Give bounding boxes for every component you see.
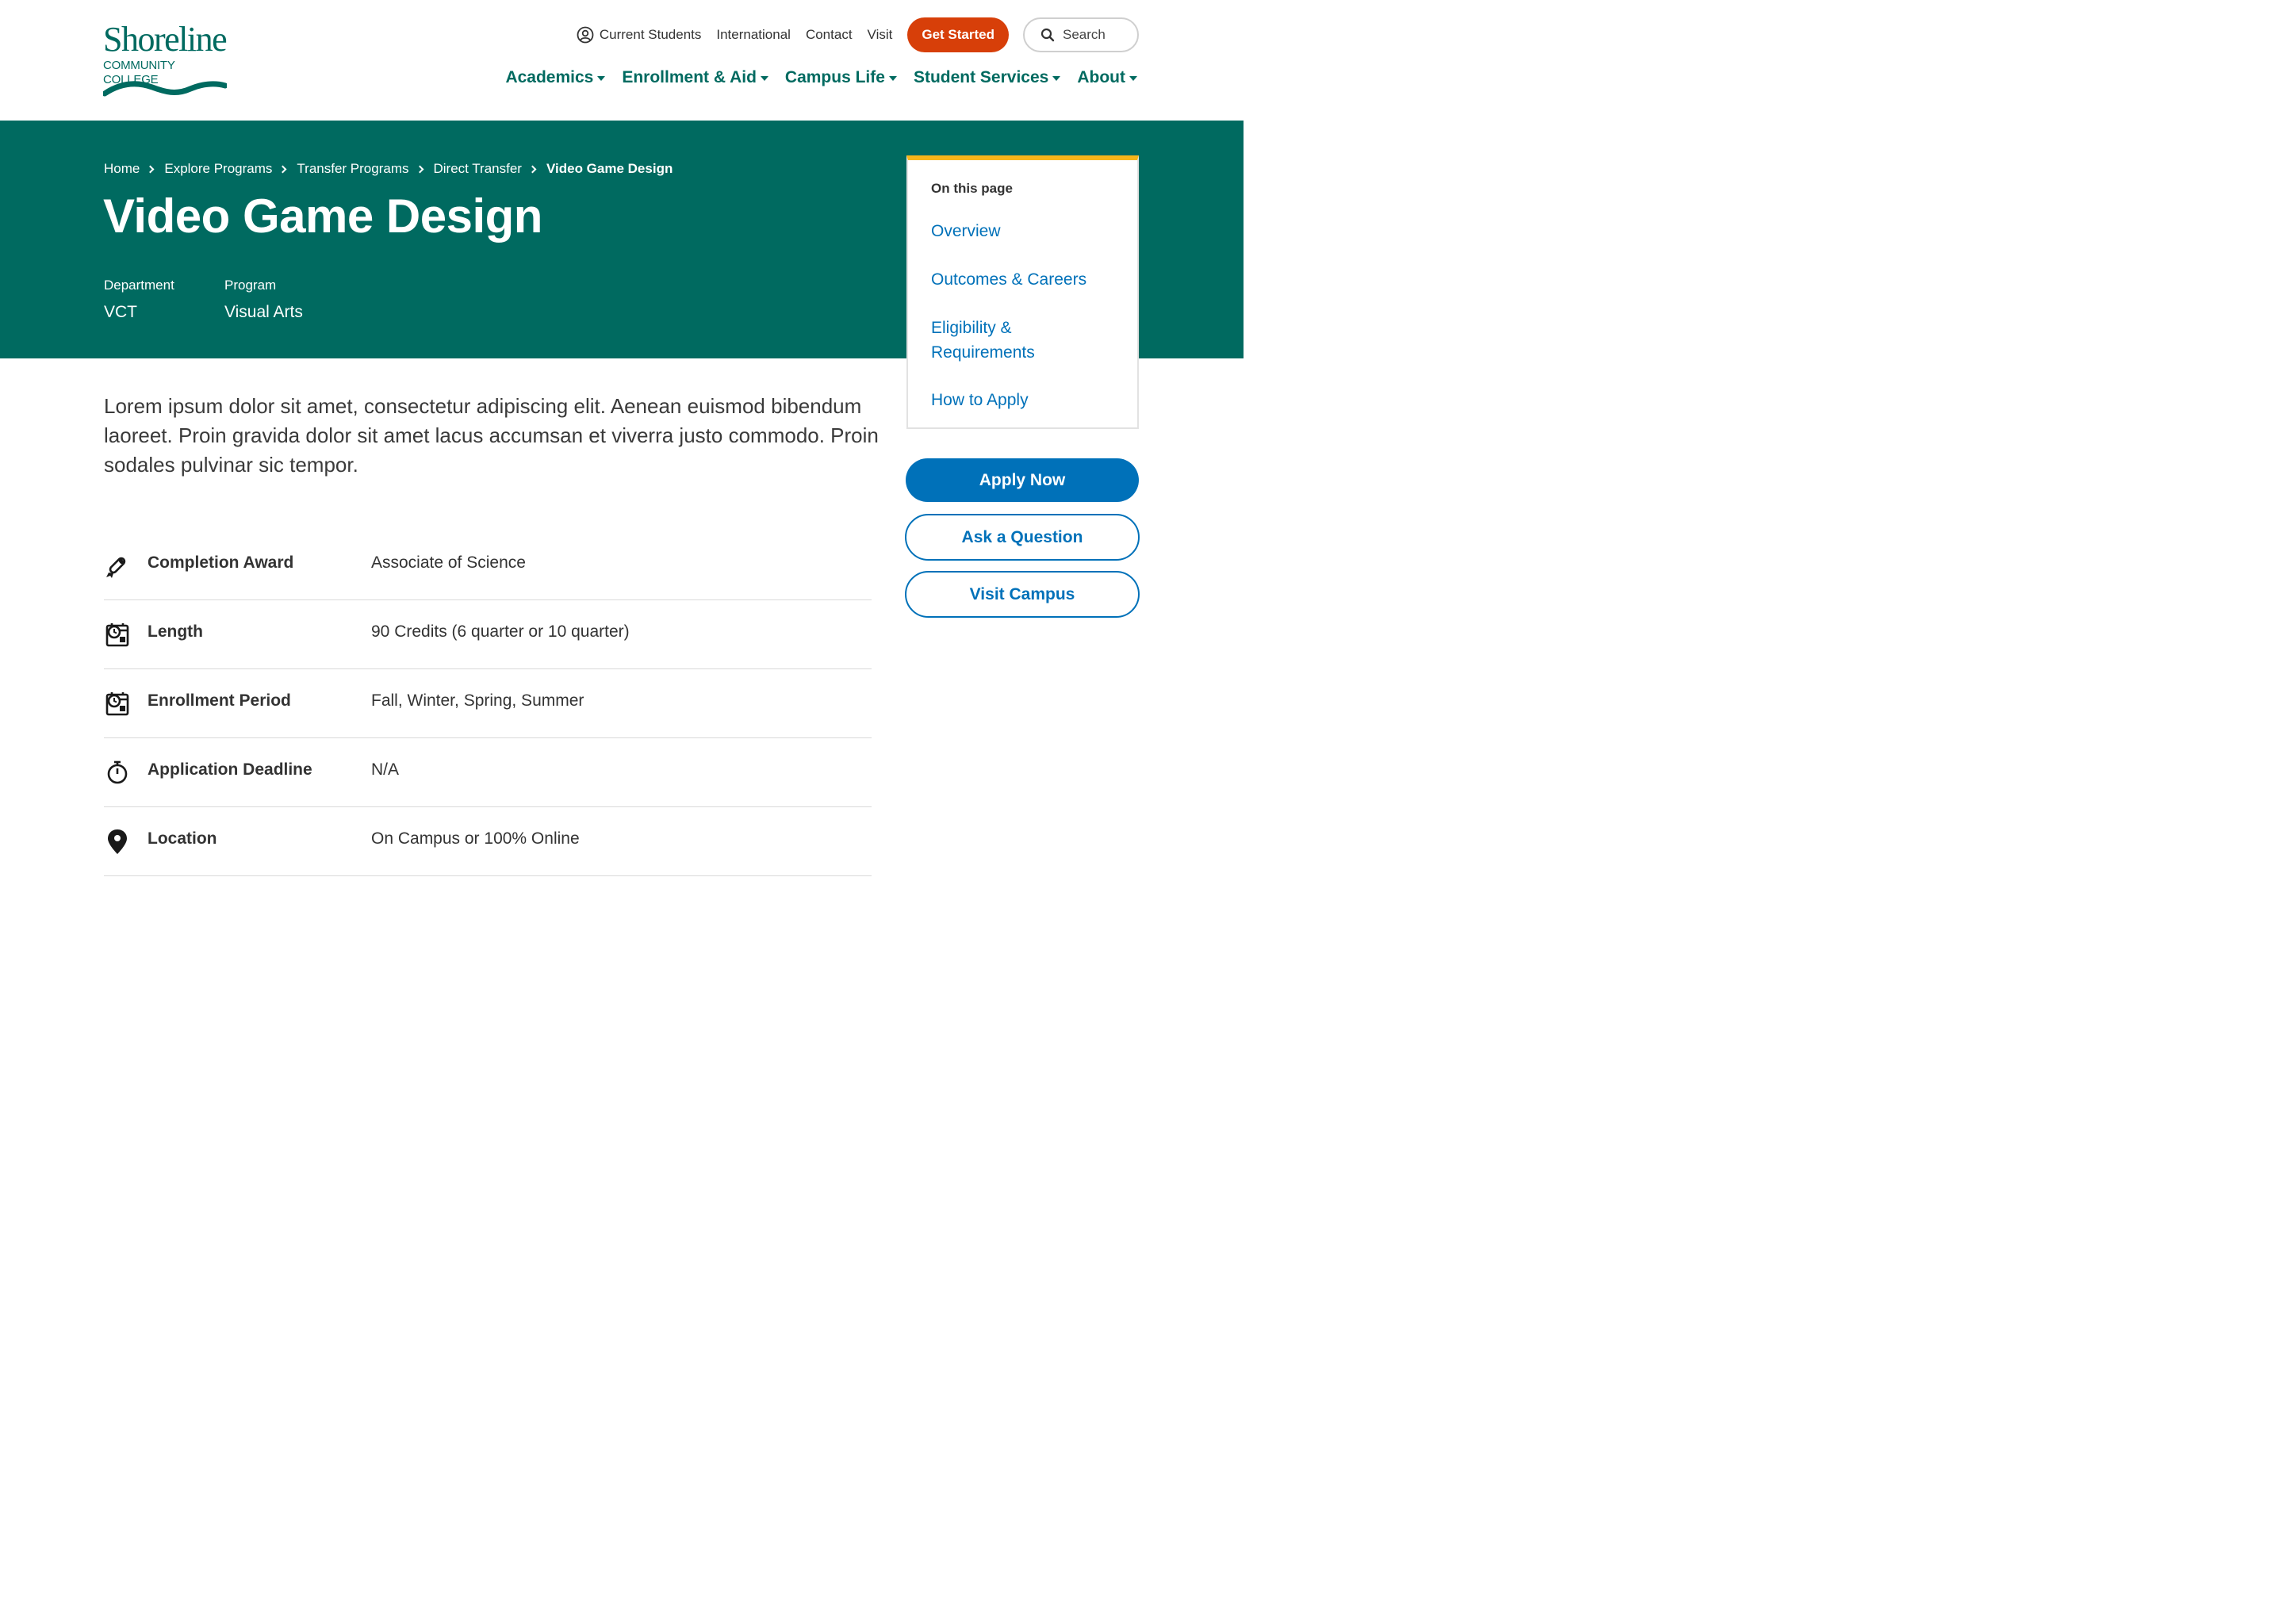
detail-value: On Campus or 100% Online — [371, 829, 580, 848]
nav-label: Enrollment & Aid — [622, 68, 757, 86]
program-details-table: Completion Award Associate of Science Le… — [104, 531, 872, 876]
program-meta: Program Visual Arts — [224, 278, 303, 322]
logo-wave-icon — [103, 81, 227, 97]
detail-row-application-deadline: Application Deadline N/A — [104, 738, 872, 807]
apply-now-button[interactable]: Apply Now — [906, 458, 1139, 502]
nav-label: About — [1077, 68, 1125, 86]
chevron-right-icon — [416, 165, 423, 173]
breadcrumb: Home Explore Programs Transfer Programs … — [104, 161, 673, 177]
breadcrumb-explore-programs[interactable]: Explore Programs — [164, 161, 272, 177]
detail-label: Application Deadline — [148, 760, 312, 779]
chevron-right-icon — [146, 165, 155, 173]
nav-about[interactable]: About — [1077, 68, 1137, 87]
calendar-clock-icon — [105, 692, 129, 716]
detail-row-length: Length 90 Credits (6 quarter or 10 quart… — [104, 600, 872, 669]
detail-value: Fall, Winter, Spring, Summer — [371, 691, 584, 710]
caret-down-icon — [1129, 76, 1137, 81]
detail-value: N/A — [371, 760, 400, 779]
caret-down-icon — [597, 76, 606, 81]
search-label: Search — [1063, 27, 1106, 42]
caret-down-icon — [1052, 76, 1061, 81]
chevron-right-icon — [528, 165, 537, 173]
toc-link-how-to-apply[interactable]: How to Apply — [931, 388, 1121, 412]
nav-label: Campus Life — [784, 68, 885, 86]
detail-row-enrollment-period: Enrollment Period Fall, Winter, Spring, … — [104, 669, 872, 738]
location-pin-icon — [108, 829, 127, 854]
nav-label: Student Services — [913, 68, 1049, 86]
caret-down-icon — [760, 76, 768, 81]
international-link[interactable]: International — [716, 27, 791, 43]
toc-link-eligibility-requirements[interactable]: Eligibility & Requirements — [931, 316, 1058, 365]
search-icon — [1040, 28, 1055, 42]
department-value: VCT — [104, 303, 137, 321]
current-students-label: Current Students — [599, 27, 702, 42]
program-label: Program — [224, 278, 277, 293]
nav-campus-life[interactable]: Campus Life — [785, 68, 897, 87]
intro-paragraph: Lorem ipsum dolor sit amet, consectetur … — [104, 394, 879, 477]
program-value: Visual Arts — [224, 303, 303, 321]
search-button[interactable]: Search — [1023, 17, 1139, 52]
chevron-right-icon — [278, 165, 287, 173]
detail-row-location: Location On Campus or 100% Online — [104, 807, 872, 876]
college-logo[interactable]: Shoreline COMMUNITY COLLEGE — [103, 22, 230, 100]
department-meta: Department VCT — [104, 278, 174, 322]
toc-link-outcomes-careers[interactable]: Outcomes & Careers — [931, 267, 1121, 292]
detail-label: Enrollment Period — [148, 691, 291, 710]
site-header: Shoreline COMMUNITY COLLEGE Current Stud… — [0, 0, 1244, 121]
page-title: Video Game Design — [103, 190, 542, 243]
diploma-icon — [106, 557, 126, 578]
contact-link[interactable]: Contact — [806, 27, 853, 43]
detail-label: Completion Award — [148, 553, 294, 572]
detail-label: Length — [148, 622, 203, 641]
nav-enrollment-aid[interactable]: Enrollment & Aid — [622, 68, 768, 87]
detail-row-completion-award: Completion Award Associate of Science — [104, 531, 872, 600]
toc-link-overview[interactable]: Overview — [931, 219, 1121, 243]
utility-nav: Current Students International Contact V… — [577, 17, 1139, 52]
stopwatch-icon — [107, 760, 128, 784]
on-this-page-panel: On this page Overview Outcomes & Careers… — [906, 155, 1139, 429]
department-label: Department — [104, 278, 174, 293]
toc-title: On this page — [931, 181, 1013, 196]
visit-campus-button[interactable]: Visit Campus — [905, 571, 1140, 618]
detail-value: 90 Credits (6 quarter or 10 quarter) — [371, 622, 630, 641]
caret-down-icon — [888, 76, 897, 81]
user-circle-icon — [577, 26, 594, 44]
logo-wordmark: Shoreline — [103, 20, 228, 59]
visit-link[interactable]: Visit — [868, 27, 893, 43]
current-students-link[interactable]: Current Students — [577, 26, 702, 44]
get-started-button[interactable]: Get Started — [907, 17, 1009, 52]
nav-student-services[interactable]: Student Services — [913, 68, 1061, 87]
detail-label: Location — [148, 829, 217, 848]
detail-value: Associate of Science — [371, 553, 526, 572]
breadcrumb-direct-transfer[interactable]: Direct Transfer — [434, 161, 522, 177]
calendar-clock-icon — [105, 623, 129, 647]
breadcrumb-transfer-programs[interactable]: Transfer Programs — [297, 161, 408, 177]
nav-label: Academics — [505, 68, 594, 86]
breadcrumb-current: Video Game Design — [546, 161, 673, 176]
nav-academics[interactable]: Academics — [505, 68, 606, 87]
main-nav: Academics Enrollment & Aid Campus Life S… — [505, 68, 1137, 87]
ask-question-button[interactable]: Ask a Question — [905, 514, 1140, 561]
breadcrumb-home[interactable]: Home — [104, 161, 140, 177]
